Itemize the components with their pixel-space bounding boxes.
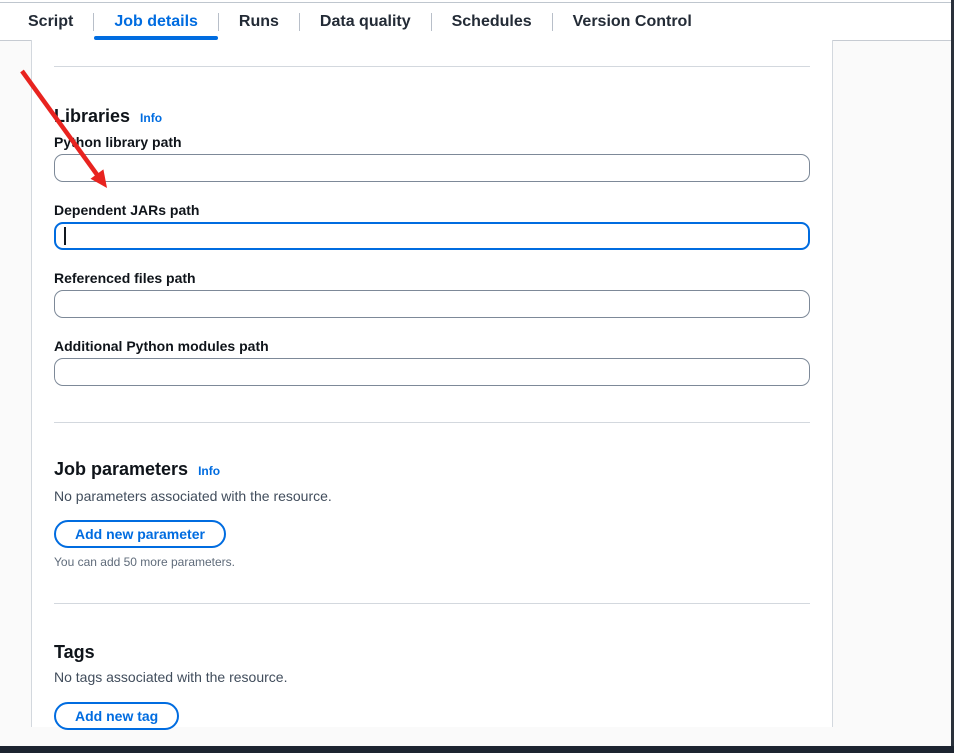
python-library-path-label: Python library path <box>54 133 810 151</box>
tags-section-header: Tags <box>54 641 810 663</box>
job-tab-bar: Script Job details Runs Data quality Sch… <box>0 2 954 40</box>
section-divider <box>54 66 810 67</box>
add-new-parameter-button[interactable]: Add new parameter <box>54 520 226 548</box>
python-library-path-field <box>54 154 810 182</box>
glue-job-details-screen: Script Job details Runs Data quality Sch… <box>0 0 954 753</box>
tab-job-details[interactable]: Job details <box>94 3 218 40</box>
job-details-panel: Libraries Info Python library path Depen… <box>31 40 833 727</box>
job-parameters-section-header: Job parameters Info <box>54 458 810 482</box>
additional-python-modules-path-label: Additional Python modules path <box>54 337 810 355</box>
dependent-jars-path-label: Dependent JARs path <box>54 201 810 219</box>
libraries-section-header: Libraries Info <box>54 105 810 129</box>
section-divider <box>54 603 810 604</box>
job-parameters-hint: You can add 50 more parameters. <box>54 554 810 570</box>
job-parameters-heading: Job parameters <box>54 458 188 480</box>
python-library-path-input[interactable] <box>54 154 810 182</box>
additional-python-modules-path-input[interactable] <box>54 358 810 386</box>
tab-data-quality[interactable]: Data quality <box>300 3 431 40</box>
tab-script[interactable]: Script <box>8 3 93 40</box>
tab-schedules[interactable]: Schedules <box>432 3 552 40</box>
job-parameters-empty-message: No parameters associated with the resour… <box>54 487 810 505</box>
section-divider <box>54 422 810 423</box>
libraries-heading: Libraries <box>54 105 130 127</box>
referenced-files-path-field <box>54 290 810 318</box>
referenced-files-path-label: Referenced files path <box>54 269 810 287</box>
tab-runs[interactable]: Runs <box>219 3 299 40</box>
dependent-jars-path-input[interactable] <box>54 222 810 250</box>
tab-version-control[interactable]: Version Control <box>553 3 712 40</box>
additional-python-modules-path-field <box>54 358 810 386</box>
tags-empty-message: No tags associated with the resource. <box>54 668 810 686</box>
libraries-info-link[interactable]: Info <box>140 107 162 129</box>
dependent-jars-path-field <box>54 222 810 250</box>
tags-heading: Tags <box>54 641 95 663</box>
window-bottom-edge <box>0 746 954 753</box>
job-parameters-info-link[interactable]: Info <box>198 460 220 482</box>
add-new-tag-button[interactable]: Add new tag <box>54 702 179 730</box>
referenced-files-path-input[interactable] <box>54 290 810 318</box>
